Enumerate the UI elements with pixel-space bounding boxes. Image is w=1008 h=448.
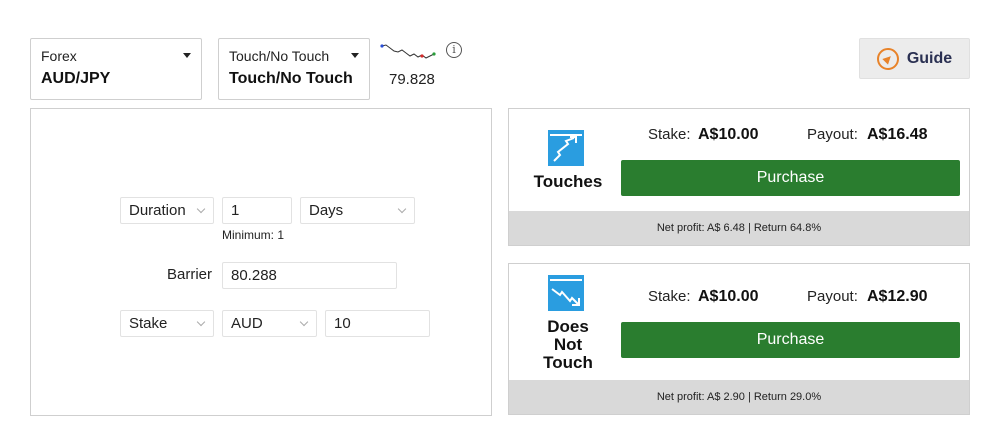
- stake-type-value: Stake: [129, 315, 168, 332]
- stake-amount-value: 10: [334, 315, 351, 332]
- trade-type-selector[interactable]: Touch/No Touch Touch/No Touch: [218, 38, 370, 100]
- stake-label: Stake:: [648, 126, 691, 143]
- stake-value: A$10.00: [698, 288, 759, 305]
- touches-icon: [548, 130, 584, 166]
- stake-amount-input[interactable]: 10: [325, 310, 430, 337]
- trade-type-category: Touch/No Touch: [229, 48, 330, 64]
- does-not-touch-icon: [548, 275, 584, 311]
- payout-label: Payout:: [807, 288, 858, 305]
- spot-price: 79.828: [389, 71, 435, 88]
- contract-title: Touches: [533, 172, 603, 191]
- duration-amount-value: 1: [231, 202, 240, 219]
- market-category: Forex: [41, 48, 77, 64]
- sparkline-icon: [380, 44, 436, 59]
- guide-button[interactable]: Guide: [859, 38, 970, 79]
- contract-title: Does Not Touch: [527, 318, 609, 372]
- payout-value: A$12.90: [867, 288, 928, 305]
- guide-label: Guide: [906, 49, 953, 67]
- duration-type-select[interactable]: Duration: [120, 197, 214, 224]
- stake-label: Stake:: [648, 288, 691, 305]
- payout-label: Payout:: [807, 126, 858, 143]
- stake-type-select[interactable]: Stake: [120, 310, 214, 337]
- purchase-touches-button[interactable]: Purchase: [621, 160, 960, 196]
- duration-unit-select[interactable]: Days: [300, 197, 415, 224]
- compass-icon: [876, 47, 899, 70]
- duration-unit-value: Days: [309, 202, 344, 219]
- barrier-value: 80.288: [231, 267, 277, 284]
- contract-title-line: Touch: [543, 353, 593, 372]
- contract-title-line: Not: [553, 335, 583, 354]
- market-selector[interactable]: Forex AUD/JPY: [30, 38, 202, 100]
- barrier-label: Barrier: [167, 266, 213, 283]
- duration-amount-input[interactable]: 1: [222, 197, 292, 224]
- stake-value: A$10.00: [698, 126, 759, 143]
- market-symbol: AUD/JPY: [41, 70, 111, 87]
- contract-footer: Net profit: A$ 6.48 | Return 64.8%: [509, 211, 969, 245]
- duration-minimum-hint: Minimum: 1: [222, 228, 285, 242]
- caret-down-icon: [351, 53, 359, 58]
- info-glyph: i: [452, 43, 456, 56]
- currency-select[interactable]: AUD: [222, 310, 317, 337]
- contract-title-line: Does: [547, 317, 589, 336]
- currency-value: AUD: [231, 315, 263, 332]
- trade-type-selected: Touch/No Touch: [229, 70, 353, 87]
- contract-footer: Net profit: A$ 2.90 | Return 29.0%: [509, 380, 969, 414]
- duration-type-value: Duration: [129, 202, 186, 219]
- payout-value: A$16.48: [867, 126, 928, 143]
- purchase-does-not-touch-button[interactable]: Purchase: [621, 322, 960, 358]
- barrier-input[interactable]: 80.288: [222, 262, 397, 289]
- trade-parameters-panel: Duration 1 Days Minimum: 1 Barrier 80.28…: [30, 108, 492, 416]
- contract-card-does-not-touch: Does Not Touch Stake: A$10.00 Payout: A$…: [508, 263, 970, 415]
- caret-down-icon: [183, 53, 191, 58]
- info-icon[interactable]: i: [446, 42, 462, 58]
- contract-card-touches: Touches Stake: A$10.00 Payout: A$16.48 P…: [508, 108, 970, 246]
